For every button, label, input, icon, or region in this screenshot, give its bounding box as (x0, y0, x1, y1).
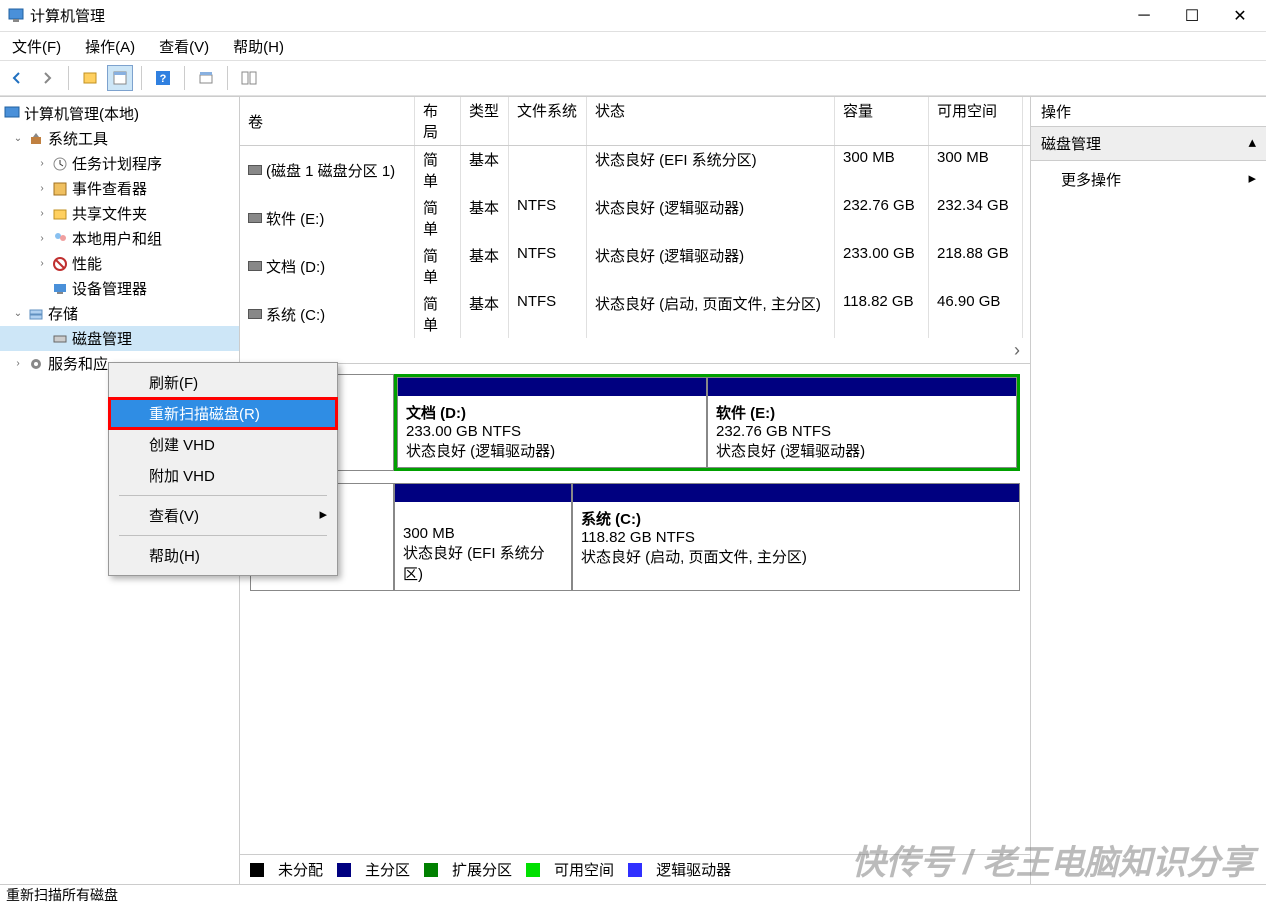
back-button[interactable] (4, 65, 30, 91)
col-free[interactable]: 可用空间 (929, 97, 1023, 145)
tree-storage[interactable]: ⌄存储 (0, 301, 239, 326)
statusbar: 重新扫描所有磁盘 (0, 884, 1266, 904)
svg-text:?: ? (160, 73, 167, 85)
toolbar: ? (0, 60, 1266, 96)
actions-title: 操作 (1031, 97, 1266, 127)
actions-more[interactable]: 更多操作▸ (1031, 161, 1266, 198)
help-icon[interactable]: ? (150, 65, 176, 91)
volume-icon (248, 213, 262, 223)
swatch-free-icon (526, 863, 540, 877)
swatch-extended-icon (424, 863, 438, 877)
tree-systools[interactable]: ⌄系统工具 (0, 126, 239, 151)
ctx-attach-vhd[interactable]: 附加 VHD (109, 460, 337, 491)
actions-section[interactable]: 磁盘管理▴ (1031, 127, 1266, 161)
col-status[interactable]: 状态 (587, 97, 835, 145)
tree-perf[interactable]: ›性能 (0, 251, 239, 276)
col-capacity[interactable]: 容量 (835, 97, 929, 145)
toolbar-icon-2[interactable] (107, 65, 133, 91)
partition-c[interactable]: 系统 (C:) 118.82 GB NTFS 状态良好 (启动, 页面文件, 主… (572, 483, 1020, 591)
toolbar-icon-1[interactable] (77, 65, 103, 91)
tree-eventviewer[interactable]: ›事件查看器 (0, 176, 239, 201)
ctx-separator (119, 535, 327, 536)
partition-header-icon (395, 484, 571, 502)
tree-shared[interactable]: ›共享文件夹 (0, 201, 239, 226)
partition-header-icon (573, 484, 1019, 502)
tree-diskmgmt[interactable]: ›磁盘管理 (0, 326, 239, 351)
maximize-button[interactable]: ☐ (1182, 6, 1202, 26)
partition-header-icon (708, 378, 1016, 396)
volume-icon (248, 309, 262, 319)
toolbar-icon-4[interactable] (193, 65, 219, 91)
submenu-arrow-icon: ▸ (319, 505, 327, 523)
close-button[interactable]: ✕ (1230, 6, 1250, 26)
volume-row[interactable]: 软件 (E:)简单基本NTFS状态良好 (逻辑驱动器)232.76 GB232.… (240, 194, 1030, 242)
tree-scheduler[interactable]: ›任务计划程序 (0, 151, 239, 176)
disk-0-extended: 文档 (D:) 233.00 GB NTFS 状态良好 (逻辑驱动器) 软件 (… (394, 374, 1020, 471)
scroll-right-icon[interactable]: › (240, 338, 1030, 363)
context-menu[interactable]: 刷新(F) 重新扫描磁盘(R) 创建 VHD 附加 VHD 查看(V)▸ 帮助(… (108, 362, 338, 576)
titlebar: 计算机管理 ─ ☐ ✕ (0, 0, 1266, 32)
app-icon (8, 8, 24, 24)
volume-icon (248, 261, 262, 271)
tree-root[interactable]: 计算机管理(本地) (0, 101, 239, 126)
actions-pane: 操作 磁盘管理▴ 更多操作▸ (1031, 97, 1266, 884)
disk-graphical-view[interactable]: 465.76 GB 联机 文档 (D:) 233.00 GB NTFS 状态良好… (240, 364, 1030, 854)
swatch-logical-icon (628, 863, 642, 877)
menu-action[interactable]: 操作(A) (79, 34, 141, 59)
tree-users[interactable]: ›本地用户和组 (0, 226, 239, 251)
col-layout[interactable]: 布局 (415, 97, 461, 145)
ctx-refresh[interactable]: 刷新(F) (109, 367, 337, 398)
volume-icon (248, 165, 262, 175)
volume-row[interactable]: (磁盘 1 磁盘分区 1)简单基本状态良好 (EFI 系统分区)300 MB30… (240, 146, 1030, 194)
menu-help[interactable]: 帮助(H) (227, 34, 290, 59)
ctx-separator (119, 495, 327, 496)
volume-row[interactable]: 文档 (D:)简单基本NTFS状态良好 (逻辑驱动器)233.00 GB218.… (240, 242, 1030, 290)
forward-button[interactable] (34, 65, 60, 91)
volume-row[interactable]: 系统 (C:)简单基本NTFS状态良好 (启动, 页面文件, 主分区)118.8… (240, 290, 1030, 338)
menubar: 文件(F) 操作(A) 查看(V) 帮助(H) (0, 32, 1266, 60)
ctx-view[interactable]: 查看(V)▸ (109, 500, 337, 531)
disk-1-row[interactable]: 磁盘 1 基本 119.12 GB 联机 300 MB 状态良好 (EFI 系统… (250, 483, 1020, 591)
volume-list[interactable]: 卷 布局 类型 文件系统 状态 容量 可用空间 (磁盘 1 磁盘分区 1)简单基… (240, 97, 1030, 364)
col-fs[interactable]: 文件系统 (509, 97, 587, 145)
col-type[interactable]: 类型 (461, 97, 509, 145)
partition-d[interactable]: 文档 (D:) 233.00 GB NTFS 状态良好 (逻辑驱动器) (397, 377, 707, 468)
disk-0-row[interactable]: 465.76 GB 联机 文档 (D:) 233.00 GB NTFS 状态良好… (250, 374, 1020, 471)
submenu-arrow-icon: ▸ (1248, 169, 1256, 190)
toolbar-icon-5[interactable] (236, 65, 262, 91)
swatch-primary-icon (337, 863, 351, 877)
swatch-unallocated-icon (250, 863, 264, 877)
tree-devmgr[interactable]: ›设备管理器 (0, 276, 239, 301)
partition-e[interactable]: 软件 (E:) 232.76 GB NTFS 状态良好 (逻辑驱动器) (707, 377, 1017, 468)
ctx-rescan[interactable]: 重新扫描磁盘(R) (109, 398, 337, 429)
partition-efi[interactable]: 300 MB 状态良好 (EFI 系统分区) (394, 483, 572, 591)
collapse-icon[interactable]: ▴ (1248, 133, 1256, 154)
ctx-help[interactable]: 帮助(H) (109, 540, 337, 571)
col-volume[interactable]: 卷 (240, 97, 415, 145)
minimize-button[interactable]: ─ (1134, 6, 1154, 26)
volume-header: 卷 布局 类型 文件系统 状态 容量 可用空间 (240, 97, 1030, 146)
menu-view[interactable]: 查看(V) (153, 34, 215, 59)
partition-header-icon (398, 378, 706, 396)
window-title: 计算机管理 (30, 5, 1134, 26)
watermark: 快传号 / 老王电脑知识分享 (852, 835, 1254, 884)
menu-file[interactable]: 文件(F) (6, 34, 67, 59)
ctx-create-vhd[interactable]: 创建 VHD (109, 429, 337, 460)
center-pane: 卷 布局 类型 文件系统 状态 容量 可用空间 (磁盘 1 磁盘分区 1)简单基… (240, 97, 1031, 884)
